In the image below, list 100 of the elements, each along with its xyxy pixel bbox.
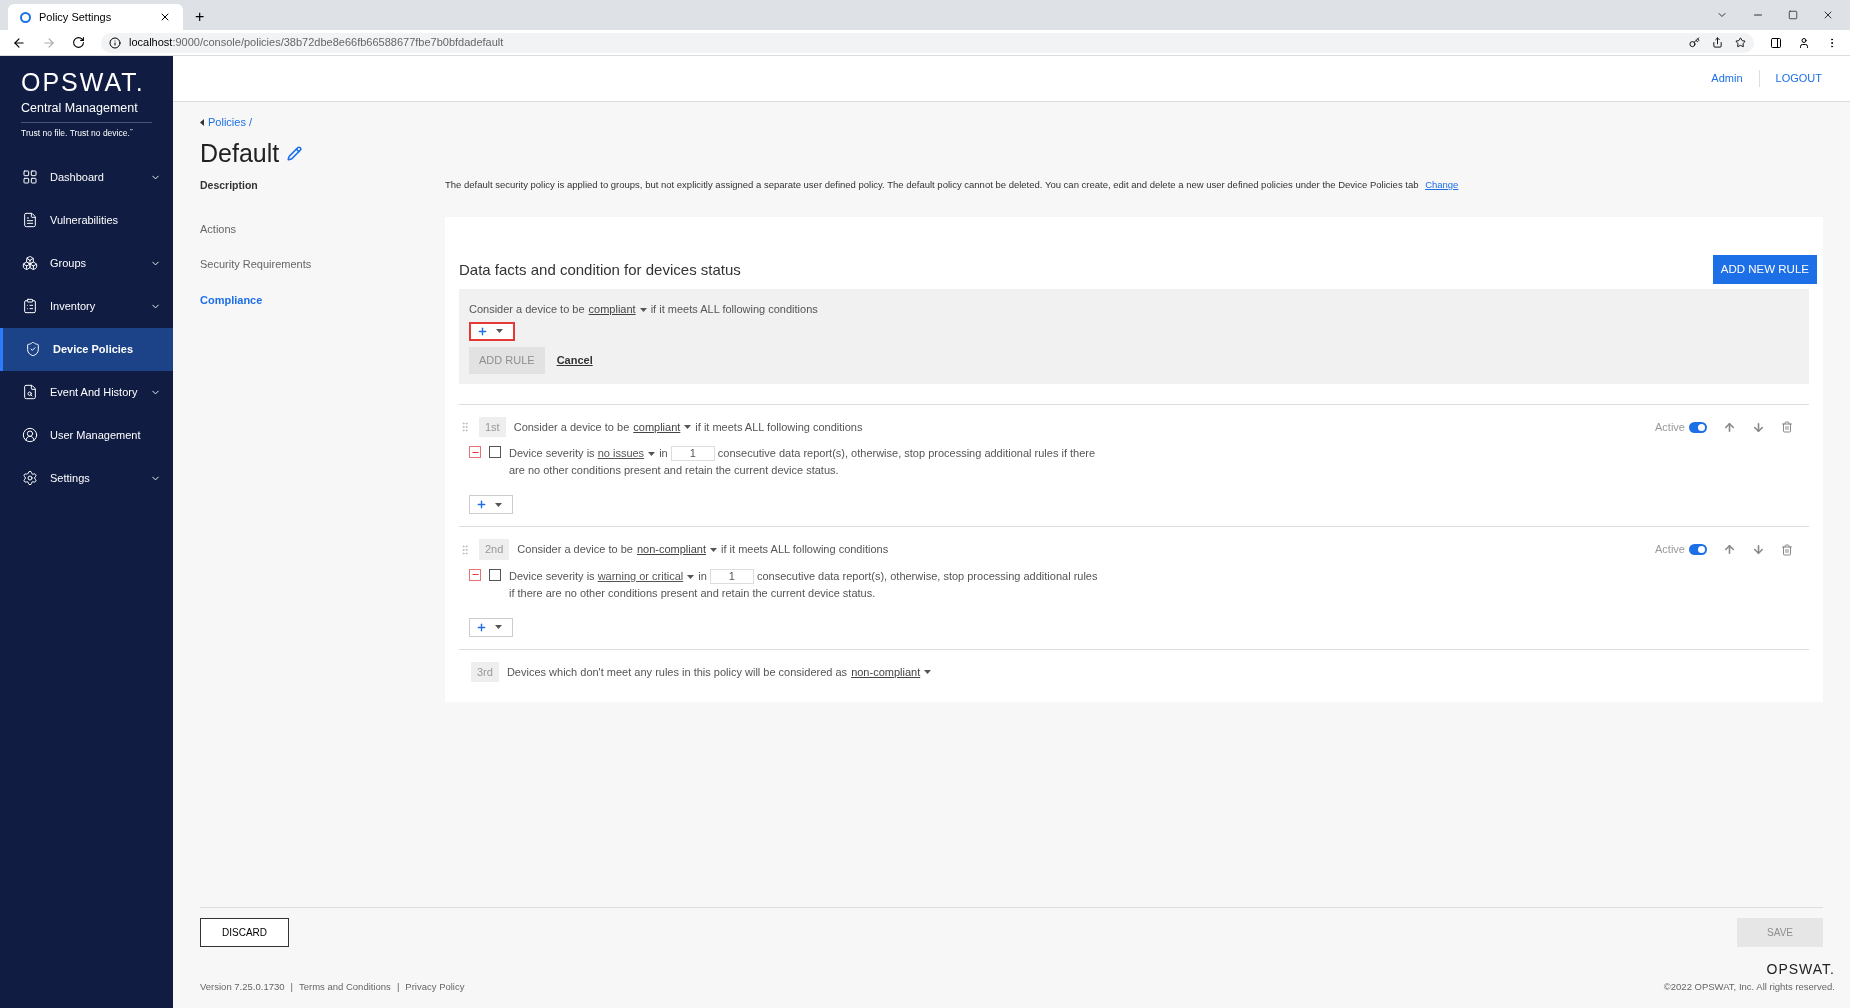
sidebar-item[interactable]: Groups	[0, 241, 173, 285]
move-down-icon[interactable]	[1752, 543, 1765, 556]
breadcrumb-link[interactable]: Policies /	[200, 114, 253, 131]
drag-handle-icon[interactable]	[459, 543, 471, 556]
active-toggle[interactable]	[1689, 544, 1707, 555]
delete-icon[interactable]	[1781, 421, 1793, 433]
drag-handle-icon[interactable]	[459, 421, 471, 433]
footer-logo: OPSWAT.	[1766, 959, 1835, 979]
user-link[interactable]: Admin	[1695, 70, 1760, 87]
user-circle-icon	[22, 427, 38, 443]
condition-checkbox[interactable]	[489, 568, 501, 581]
caret-icon	[495, 502, 502, 507]
status-dropdown[interactable]: non-compliant	[851, 663, 936, 681]
restore-icon[interactable]	[1788, 10, 1798, 20]
url-field[interactable]: localhost:9000/console/policies/38b72dbe8e66fb66588677fbe7b0bfdadefault	[101, 32, 1754, 53]
close-icon[interactable]	[1822, 9, 1834, 21]
section-tab[interactable]: Actions	[200, 220, 445, 238]
condition-text: Device severity is no issues in 1 consecutive data report(s), otherwise, stop processing additional rules if there are no other conditions present and retain the current device status.	[509, 445, 1097, 479]
active-label: Active	[1655, 419, 1685, 435]
logout-link[interactable]: LOGOUT	[1759, 70, 1822, 87]
add-condition-button[interactable]	[469, 617, 513, 637]
rule-suffix: if it meets ALL following conditions	[650, 302, 818, 318]
dashboard-icon	[22, 169, 38, 185]
key-icon[interactable]	[1689, 37, 1700, 48]
active-toggle[interactable]	[1689, 421, 1707, 433]
loading-icon	[20, 11, 31, 23]
default-rule-text: Devices which don't meet any rules in this policy will be considered as	[506, 664, 848, 680]
plus-icon	[476, 621, 487, 633]
sidebar-item[interactable]: Event And History	[0, 370, 173, 414]
condition-text: Device severity is warning or critical in 1 consecutive data report(s), otherwise, stop processing additional rules if there are no other conditions present and retain the current device status.	[509, 567, 1099, 601]
description-text: The default security policy is applied to groups, but not explicitly assigned a separate user defined policy. The default policy cannot be deleted. You can create, edit and delete a new user defined policies under the Device Policies tab Change	[445, 178, 1460, 192]
card-title: Data facts and condition for devices status	[459, 259, 741, 280]
caret-icon	[710, 547, 718, 552]
plus-icon	[477, 325, 488, 337]
info-icon	[109, 36, 121, 49]
condition-checkbox[interactable]	[489, 446, 501, 459]
add-new-rule-button[interactable]: ADD NEW RULE	[1712, 255, 1817, 285]
clipboard-icon	[22, 298, 38, 314]
separator: |	[290, 979, 293, 994]
change-link[interactable]: Change	[1425, 179, 1459, 190]
move-up-icon[interactable]	[1723, 543, 1736, 556]
sidebar-item[interactable]: Device Policies	[0, 327, 173, 371]
discard-button[interactable]: DISCARD	[200, 917, 289, 947]
profile-icon[interactable]	[1798, 36, 1810, 49]
rule-order-badge: 3rd	[471, 661, 499, 683]
separator: |	[396, 979, 400, 994]
cancel-link[interactable]: Cancel	[556, 352, 593, 369]
move-up-icon[interactable]	[1723, 420, 1736, 434]
sidebar-item[interactable]: Vulnerabilities	[0, 198, 173, 242]
caret-icon	[687, 574, 695, 579]
close-icon[interactable]	[159, 11, 171, 23]
status-dropdown[interactable]: compliant	[633, 418, 696, 436]
rule-suffix: if it meets ALL following conditions	[721, 542, 889, 558]
caret-left-icon	[200, 118, 204, 126]
remove-condition-button[interactable]	[469, 446, 481, 459]
section-tab[interactable]: Security Requirements	[200, 256, 445, 273]
add-condition-button[interactable]	[469, 495, 513, 515]
caret-icon	[639, 307, 647, 312]
sidebar-item[interactable]: User Management	[0, 413, 173, 457]
caret-icon	[495, 625, 502, 630]
reload-icon[interactable]	[72, 36, 85, 49]
move-down-icon[interactable]	[1752, 420, 1765, 434]
rule-prefix: Consider a device to be	[513, 419, 630, 435]
remove-condition-button[interactable]	[469, 568, 481, 581]
plus-icon	[476, 499, 487, 511]
status-dropdown[interactable]: compliant	[588, 301, 651, 318]
bookmark-icon[interactable]	[1735, 37, 1746, 48]
tagline: Trust no file. Trust no device.˝	[21, 126, 134, 140]
caret-icon	[648, 452, 656, 457]
document-icon	[22, 212, 38, 228]
logo: OPSWAT.	[21, 70, 146, 95]
rule-prefix: Consider a device to be	[469, 302, 585, 318]
tab-title: Policy Settings	[39, 9, 112, 25]
product-name: Central Management	[21, 99, 152, 123]
status-dropdown[interactable]: non-compliant	[636, 541, 722, 558]
edit-icon[interactable]	[287, 145, 303, 161]
description-label: Description	[200, 178, 259, 193]
caret-icon	[924, 670, 932, 674]
side-panel-icon[interactable]	[1770, 36, 1782, 49]
settings-icon	[22, 470, 38, 486]
browser-tab[interactable]: Policy Settings	[8, 4, 183, 30]
section-tab[interactable]: Compliance	[200, 291, 445, 309]
nodes-icon	[22, 255, 38, 271]
sidebar-item[interactable]: Settings	[0, 456, 173, 500]
privacy-link[interactable]: Privacy Policy	[405, 979, 465, 994]
back-icon[interactable]	[12, 35, 26, 50]
shield-icon	[25, 341, 41, 357]
new-tab-button[interactable]: +	[183, 4, 217, 30]
terms-link[interactable]: Terms and Conditions	[299, 979, 391, 994]
rule-order-badge: 1st	[479, 416, 506, 438]
delete-icon[interactable]	[1781, 543, 1793, 556]
version-text: Version 7.25.0.1730	[200, 979, 285, 994]
rule-suffix: if it meets ALL following conditions	[695, 419, 863, 435]
add-condition-button[interactable]	[469, 321, 515, 341]
url-text: localhost:9000/console/policies/38b72dbe8e66fb66588677fbe7b0bfdadefault	[129, 35, 504, 51]
sidebar-item[interactable]: Dashboard	[0, 155, 173, 199]
sidebar-item[interactable]: Inventory	[0, 284, 173, 328]
share-icon[interactable]	[1712, 37, 1723, 48]
copyright-text: ©2022 OPSWAT, Inc. All rights reserved.	[1663, 979, 1835, 994]
page-title: Default	[200, 137, 280, 169]
